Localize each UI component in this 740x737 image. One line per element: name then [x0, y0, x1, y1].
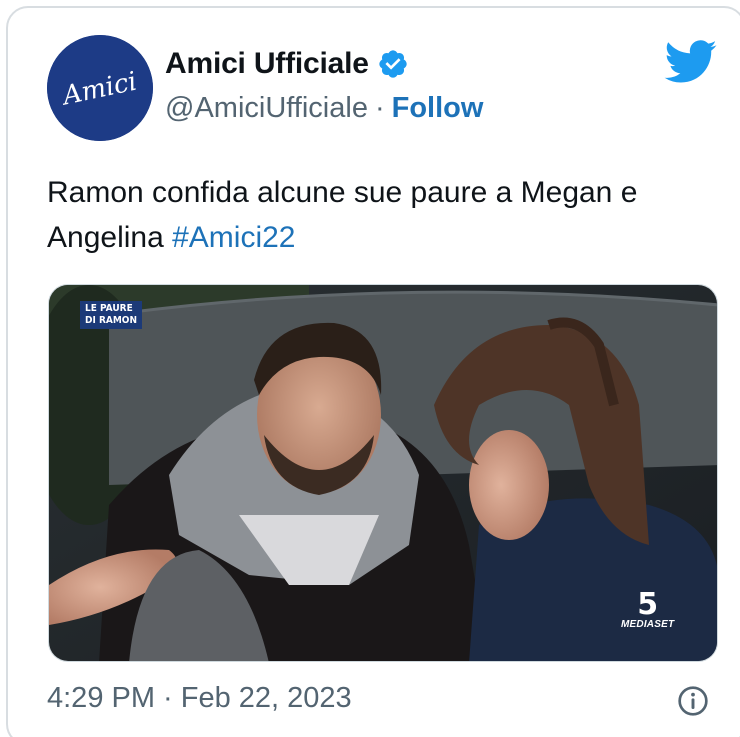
broadcaster-logo: 5 MEDIASET	[621, 587, 675, 631]
author-name-row: Amici Ufficiale	[165, 47, 409, 81]
canale5-mark: 5	[637, 587, 659, 622]
verified-badge-icon	[379, 50, 407, 78]
overlay-label-text: LE PAURE DI RAMON	[85, 303, 137, 326]
separator-dot: ·	[374, 92, 385, 124]
overlay-label: LE PAURE DI RAMON	[80, 301, 142, 329]
tweet-text-body: Ramon confida alcune sue paure a Megan e…	[47, 176, 638, 254]
tweet-timestamp[interactable]: 4:29 PM · Feb 22, 2023	[47, 682, 352, 715]
display-name[interactable]: Amici Ufficiale	[165, 47, 369, 81]
info-icon[interactable]	[677, 685, 709, 717]
tweet-text: Ramon confida alcune sue paure a Megan e…	[47, 170, 707, 260]
avatar[interactable]: Amici	[47, 35, 153, 141]
mediaset-mark: MEDIASET	[621, 619, 675, 630]
follow-button[interactable]: Follow	[392, 92, 484, 125]
handle-row: @AmiciUfficiale · Follow	[165, 92, 483, 125]
tweet-media-image[interactable]: LE PAURE DI RAMON 5 MEDIASET	[48, 284, 718, 662]
twitter-bird-icon[interactable]	[664, 40, 718, 84]
handle[interactable]: @AmiciUfficiale	[165, 92, 368, 125]
hashtag-link[interactable]: #Amici22	[172, 221, 295, 254]
